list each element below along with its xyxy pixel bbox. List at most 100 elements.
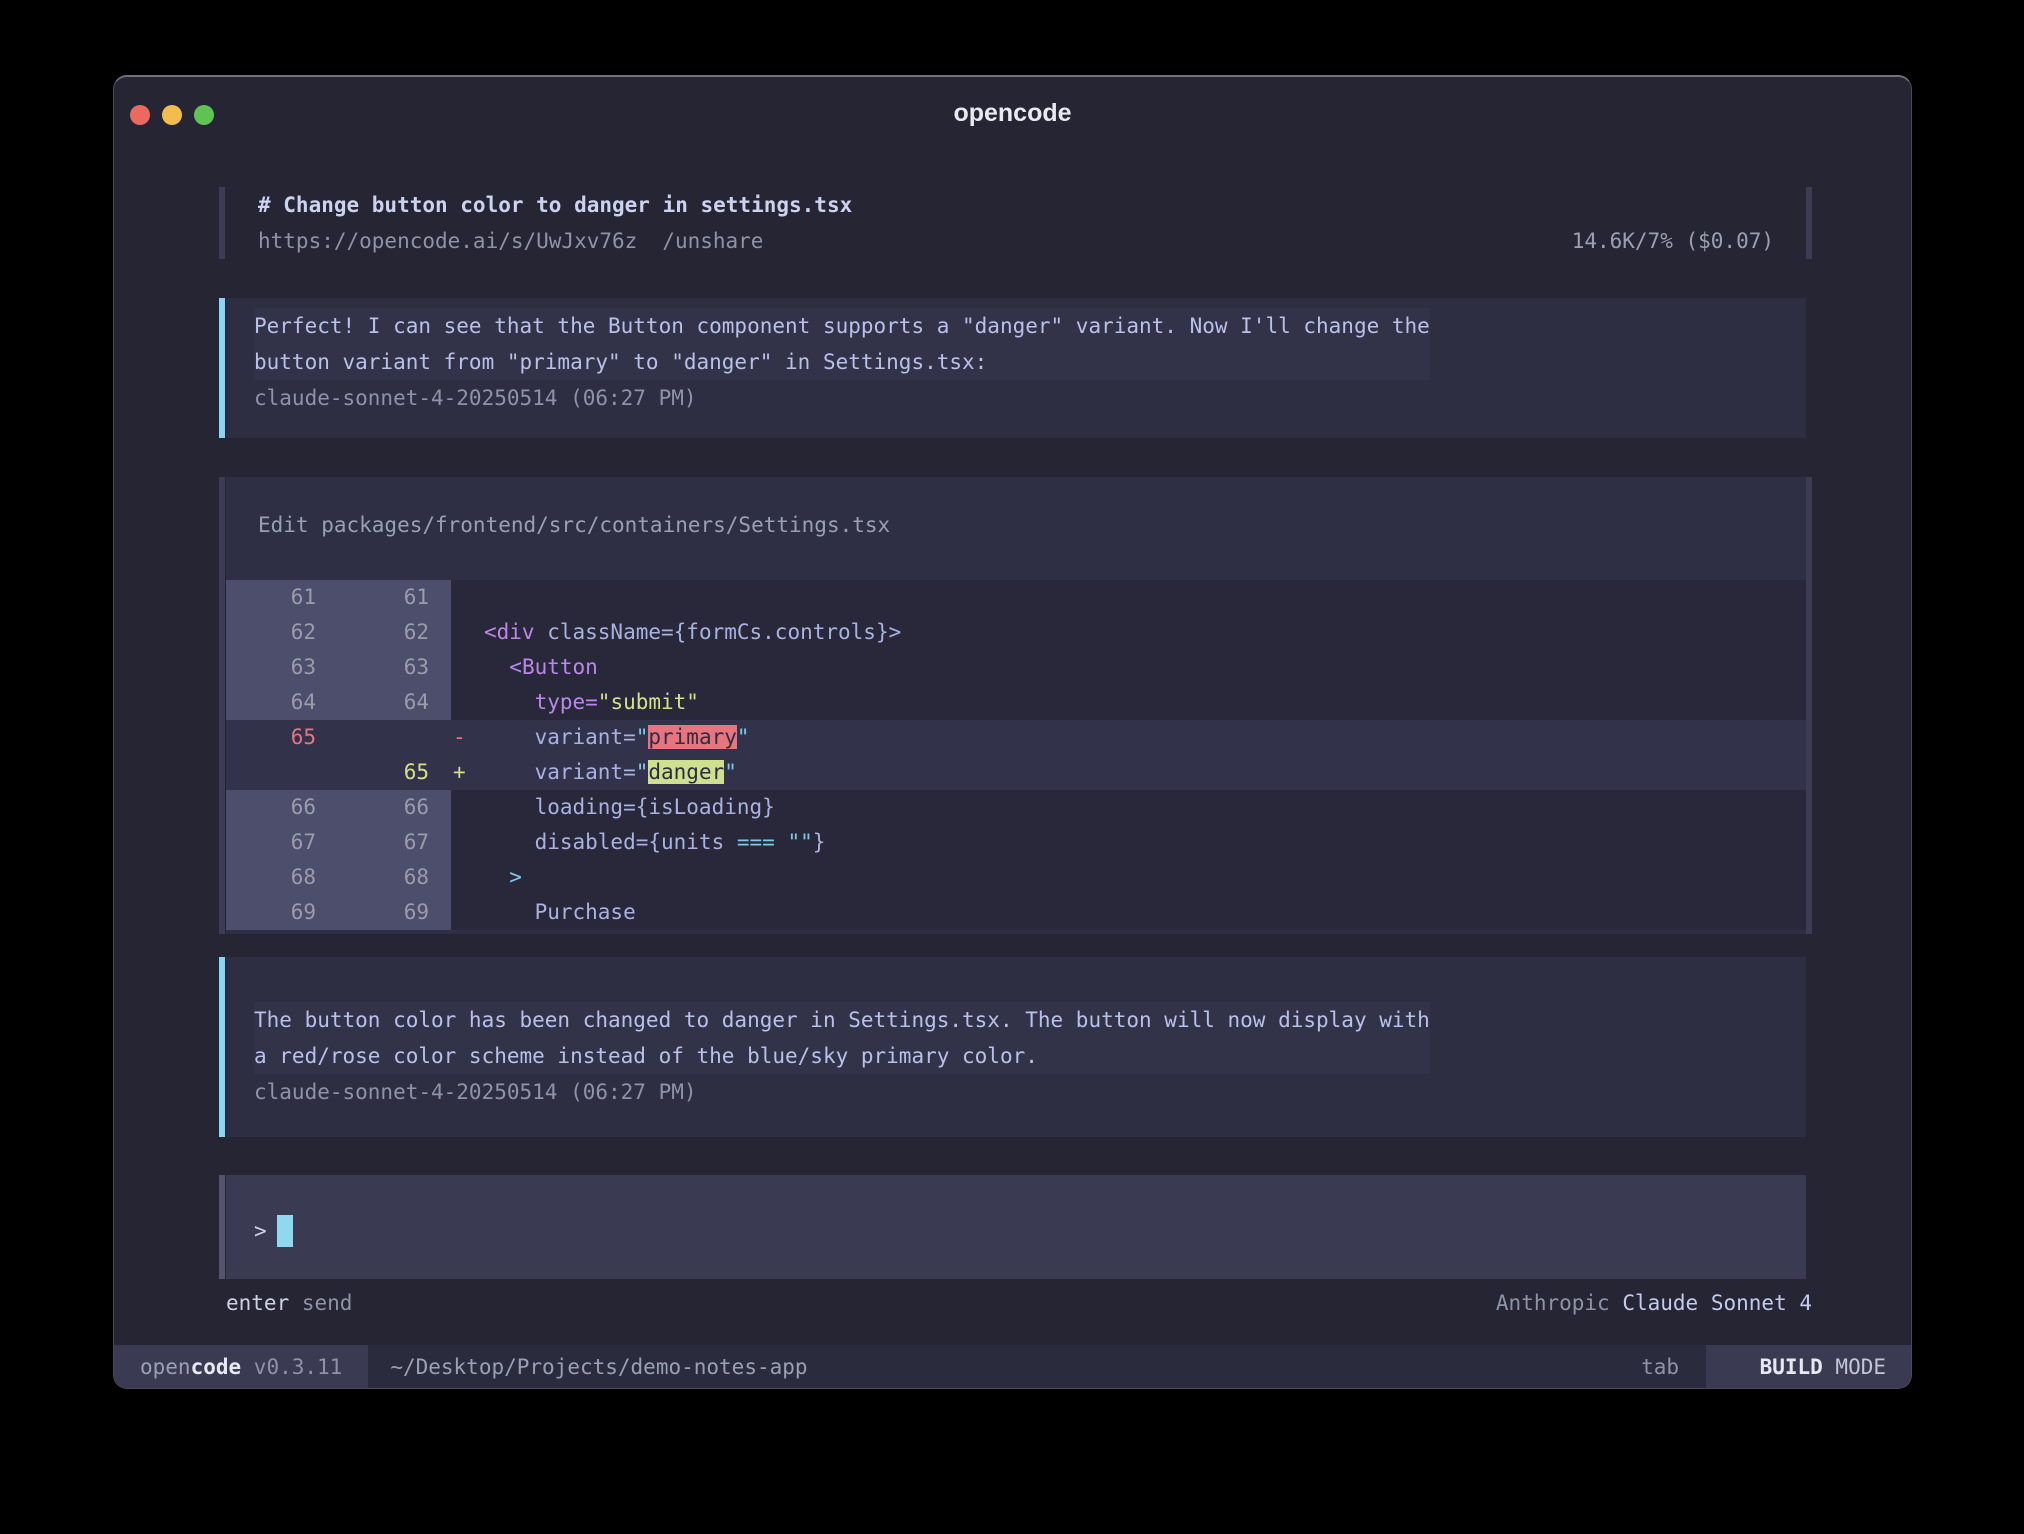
send-action-label: send [302, 1285, 353, 1321]
diff-marker: + [451, 755, 484, 790]
code-token: Purchase [484, 900, 636, 924]
assistant-message: Perfect! I can see that the Button compo… [226, 298, 1806, 438]
diff-new-line-number: 67 [338, 825, 451, 860]
token-usage: 14.6K/7% ($0.07) [1572, 223, 1774, 259]
text-cursor [277, 1215, 293, 1247]
diff-code-line: Purchase [484, 895, 1806, 930]
diff-code-line: <div className={formCs.controls}> [484, 615, 1806, 650]
code-token: > [484, 865, 522, 889]
edit-right-border [1806, 477, 1812, 934]
message-accent-border [219, 957, 225, 1137]
prompt-symbol: > [254, 1213, 267, 1249]
diff-old-line-number: 66 [226, 790, 338, 825]
diff-row: 6363 <Button [226, 650, 1806, 685]
diff-row: 6767 disabled={units === ""} [226, 825, 1806, 860]
header-right-border [1806, 187, 1812, 259]
code-token: === [737, 830, 775, 854]
mode-label-rest: MODE [1823, 1355, 1886, 1379]
mode-label-bold: BUILD [1760, 1355, 1823, 1379]
code-token: " [737, 725, 750, 749]
message-meta: claude-sonnet-4-20250514 (06:27 PM) [254, 1074, 1778, 1110]
code-token: <div [484, 620, 535, 644]
code-token: disabled={units [484, 830, 737, 854]
message-line: The button color has been changed to dan… [254, 1002, 1430, 1038]
diff-old-line-number: 63 [226, 650, 338, 685]
diff-new-line-number: 64 [338, 685, 451, 720]
code-token: "submit" [598, 690, 699, 714]
enter-key-hint: enter [226, 1285, 289, 1321]
diff-new-line-number: 68 [338, 860, 451, 895]
diff-marker [451, 615, 484, 650]
working-directory: ~/Desktop/Projects/demo-notes-app [368, 1345, 807, 1388]
diff-old-line-number: 62 [226, 615, 338, 650]
diff-row: 6666 loading={isLoading} [226, 790, 1806, 825]
diff-marker [451, 825, 484, 860]
message-accent-border [219, 298, 225, 438]
code-token [484, 655, 509, 679]
diff-row: 65+ variant="danger" [226, 755, 1806, 790]
code-token: loading={isLoading} [484, 795, 775, 819]
diff-row: 65- variant="primary" [226, 720, 1806, 755]
diff-marker [451, 860, 484, 895]
code-token: className={formCs.controls}> [535, 620, 902, 644]
unshare-command[interactable]: /unshare [662, 223, 763, 259]
diff-marker [451, 580, 484, 615]
diff-code-line: disabled={units === ""} [484, 825, 1806, 860]
diff-new-line-number: 63 [338, 650, 451, 685]
diff-marker [451, 790, 484, 825]
diff-old-line-number: 65 [226, 720, 338, 755]
app-name-code: code [191, 1355, 242, 1379]
message-line: Perfect! I can see that the Button compo… [254, 308, 1430, 344]
message-lines: The button color has been changed to dan… [254, 1002, 1430, 1074]
diff-marker [451, 650, 484, 685]
diff-row: 6464 type="submit" [226, 685, 1806, 720]
diff-code-line [484, 580, 1806, 615]
code-token: variant= [484, 725, 636, 749]
window-title: opencode [114, 99, 1911, 128]
diff-old-line-number: 67 [226, 825, 338, 860]
diff-old-line-number: 64 [226, 685, 338, 720]
diff-marker: - [451, 720, 484, 755]
app-version-segment: opencode v0.3.11 [114, 1345, 368, 1388]
code-token: type= [535, 690, 598, 714]
app-name-open: open [140, 1355, 191, 1379]
diff-old-line-number [226, 755, 338, 790]
diff-marker [451, 895, 484, 930]
diff-code-line: <Button [484, 650, 1806, 685]
code-token: "" [787, 830, 812, 854]
diff-new-line-number: 66 [338, 790, 451, 825]
diff-marker [451, 685, 484, 720]
diff-new-line-number: 62 [338, 615, 451, 650]
mode-segment[interactable]: BUILD MODE [1706, 1345, 1911, 1388]
session-title: # Change button color to danger in setti… [258, 187, 1774, 223]
code-token: danger [648, 760, 724, 784]
diff-old-line-number: 68 [226, 860, 338, 895]
code-token: " [724, 760, 737, 784]
diff-old-line-number: 61 [226, 580, 338, 615]
diff-row: 6262 <div className={formCs.controls}> [226, 615, 1806, 650]
send-action-hint [289, 1285, 302, 1321]
prompt-input[interactable]: > [226, 1175, 1806, 1279]
diff-row: 6969 Purchase [226, 895, 1806, 930]
diff-row: 6161 [226, 580, 1806, 615]
tab-key-hint: tab [1641, 1345, 1706, 1388]
diff-rows: 61616262 <div className={formCs.controls}… [226, 580, 1806, 930]
edit-tool-title: Edit packages/frontend/src/containers/Se… [226, 477, 1806, 543]
share-url[interactable]: https://opencode.ai/s/UwJxv76z [258, 223, 637, 259]
message-line: button variant from "primary" to "danger… [254, 344, 1430, 380]
model-provider: Anthropic [1496, 1291, 1610, 1315]
message-line: a red/rose color scheme instead of the b… [254, 1038, 1430, 1074]
code-token: primary [648, 725, 737, 749]
diff-code-line: variant="danger" [484, 755, 1806, 790]
model-indicator: Anthropic Claude Sonnet 4 [1496, 1285, 1812, 1321]
status-bar: opencode v0.3.11 ~/Desktop/Projects/demo… [114, 1345, 1911, 1388]
header-left-border [219, 187, 225, 259]
code-token: } [813, 830, 826, 854]
message-lines: Perfect! I can see that the Button compo… [254, 308, 1430, 380]
diff-new-line-number: 65 [338, 755, 451, 790]
session-header: # Change button color to danger in setti… [226, 187, 1806, 259]
diff-code-line: loading={isLoading} [484, 790, 1806, 825]
diff-code-line: type="submit" [484, 685, 1806, 720]
diff-code-line: variant="primary" [484, 720, 1806, 755]
code-token: " [636, 725, 649, 749]
